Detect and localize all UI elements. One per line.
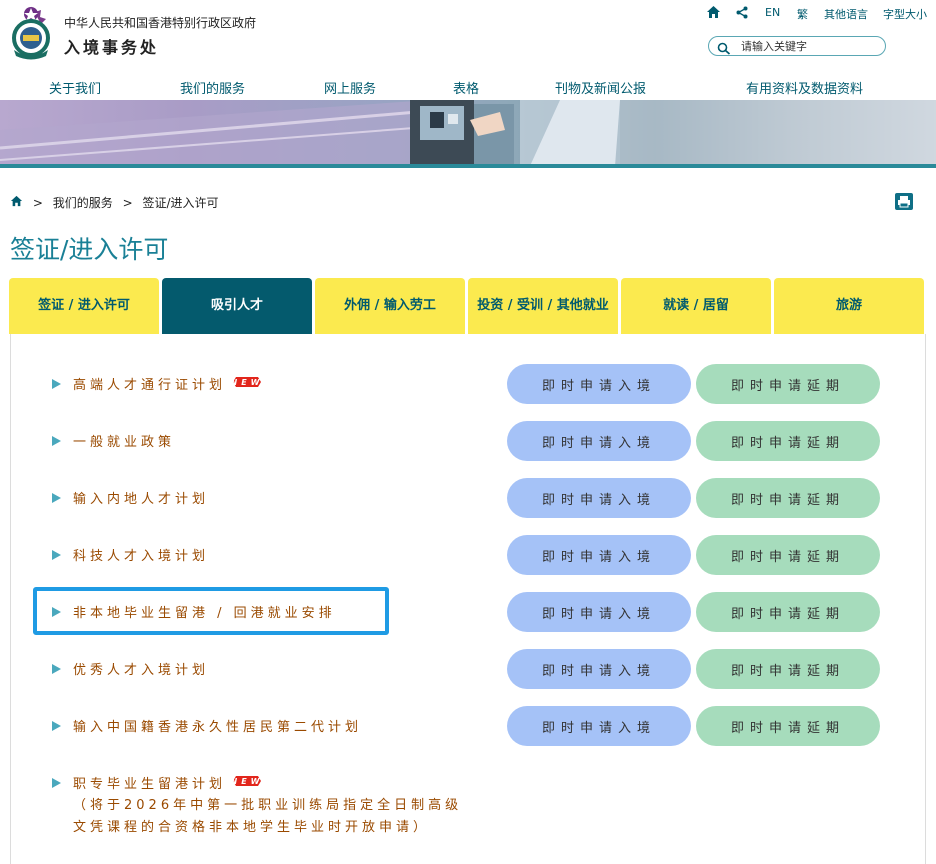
scheme-link-technology-talent[interactable]: 科技人才入境计划 — [52, 545, 209, 564]
other-language-link[interactable]: 其他语言 — [824, 6, 868, 22]
breadcrumb: > 我们的服务 > 签证/进入许可 — [10, 194, 219, 211]
svg-text:NEW: NEW — [232, 378, 262, 387]
scheme-link-general-employment[interactable]: 一般就业政策 — [52, 431, 175, 450]
home-icon[interactable] — [706, 5, 721, 22]
triangle-bullet-icon — [52, 606, 61, 617]
apply-entry-button[interactable]: 即时申请入境 — [507, 535, 691, 575]
page-title: 签证/进入许可 — [10, 235, 169, 264]
triangle-bullet-icon — [52, 777, 61, 788]
tab-visit[interactable]: 旅游 — [774, 278, 924, 334]
svg-text:NEW: NEW — [232, 777, 262, 786]
tab-attract-talent[interactable]: 吸引人才 — [162, 278, 312, 334]
header: 中华人民共和国香港特别行政区政府 入境事务处 EN 繁 其他语言 字型大小 — [0, 0, 936, 72]
share-icon[interactable] — [736, 6, 748, 22]
scheme-note: 文凭课程的合资格非本地学生毕业时开放申请） — [73, 819, 431, 835]
apply-extension-button[interactable]: 即时申请延期 — [696, 421, 880, 461]
apply-entry-button[interactable]: 即时申请入境 — [507, 706, 691, 746]
nav-online-services[interactable]: 网上服务 — [324, 78, 376, 97]
apply-extension-button[interactable]: 即时申请延期 — [696, 706, 880, 746]
scheme-link-quality-migrant[interactable]: 优秀人才入境计划 — [52, 659, 209, 678]
tab-bar: 签证 / 进入许可 吸引人才 外佣 / 输入劳工 投资 / 受训 / 其他就业 … — [9, 278, 924, 334]
main-nav: 关于我们 我们的服务 网上服务 表格 刊物及新闻公报 有用资料及数据资料 — [0, 74, 936, 100]
tab-visa-entry[interactable]: 签证 / 进入许可 — [9, 278, 159, 334]
new-badge-icon: NEW — [231, 775, 262, 791]
scheme-link-second-generation[interactable]: 输入中国籍香港永久性居民第二代计划 — [52, 716, 362, 735]
apply-entry-button[interactable]: 即时申请入境 — [507, 364, 691, 404]
breadcrumb-our-services[interactable]: 我们的服务 — [53, 196, 113, 210]
triangle-bullet-icon — [52, 435, 61, 446]
lang-tc-link[interactable]: 繁 — [797, 6, 808, 22]
apply-entry-button[interactable]: 即时申请入境 — [507, 478, 691, 518]
breadcrumb-separator: > — [32, 195, 43, 210]
apply-extension-button[interactable]: 即时申请延期 — [696, 364, 880, 404]
nav-publications-press[interactable]: 刊物及新闻公报 — [555, 78, 646, 97]
new-badge-icon: NEW — [231, 376, 262, 392]
scheme-link-mainland-talents[interactable]: 输入内地人才计划 — [52, 488, 209, 507]
scheme-note: （将于2026年中第一批职业训练局指定全日制高级 — [73, 797, 463, 813]
triangle-bullet-icon — [52, 549, 61, 560]
tab-study-residence[interactable]: 就读 / 居留 — [621, 278, 771, 334]
print-icon[interactable] — [895, 193, 913, 210]
scheme-link-vpet-graduates[interactable]: 职专毕业生留港计划 NEW （将于2026年中第一批职业训练局指定全日制高级 文凭… — [52, 773, 462, 839]
triangle-bullet-icon — [52, 492, 61, 503]
nav-useful-info[interactable]: 有用资料及数据资料 — [746, 78, 863, 97]
search-box[interactable] — [708, 36, 886, 56]
hksar-emblem-logo[interactable] — [8, 4, 54, 62]
nav-forms[interactable]: 表格 — [453, 78, 479, 97]
apply-extension-button[interactable]: 即时申请延期 — [696, 535, 880, 575]
search-input[interactable] — [741, 38, 881, 54]
tab-domestic-helpers-labour[interactable]: 外佣 / 输入劳工 — [315, 278, 465, 334]
tab-investment-training-employment[interactable]: 投资 / 受训 / 其他就业 — [468, 278, 618, 334]
triangle-bullet-icon — [52, 720, 61, 731]
triangle-bullet-icon — [52, 378, 61, 389]
scheme-link-non-local-graduates[interactable]: 非本地毕业生留港 / 回港就业安排 — [52, 602, 336, 621]
nav-our-services[interactable]: 我们的服务 — [180, 78, 245, 97]
apply-extension-button[interactable]: 即时申请延期 — [696, 478, 880, 518]
breadcrumb-visa-entry[interactable]: 签证/进入许可 — [142, 196, 218, 210]
hero-banner-image — [0, 100, 936, 166]
apply-extension-button[interactable]: 即时申请延期 — [696, 592, 880, 632]
scheme-link-top-talent-pass[interactable]: 高端人才通行证计划 NEW — [52, 374, 262, 394]
lang-en-link[interactable]: EN — [765, 6, 780, 19]
apply-entry-button[interactable]: 即时申请入境 — [507, 421, 691, 461]
font-size-link[interactable]: 字型大小 — [883, 6, 927, 22]
nav-about-us[interactable]: 关于我们 — [49, 78, 101, 97]
apply-extension-button[interactable]: 即时申请延期 — [696, 649, 880, 689]
apply-entry-button[interactable]: 即时申请入境 — [507, 649, 691, 689]
government-name: 中华人民共和国香港特别行政区政府 — [64, 16, 257, 30]
banner-divider — [0, 164, 936, 168]
search-icon[interactable] — [717, 40, 731, 59]
triangle-bullet-icon — [52, 663, 61, 674]
department-name: 入境事务处 — [64, 38, 160, 57]
apply-entry-button[interactable]: 即时申请入境 — [507, 592, 691, 632]
breadcrumb-separator: > — [122, 195, 133, 210]
home-icon[interactable] — [10, 195, 27, 210]
